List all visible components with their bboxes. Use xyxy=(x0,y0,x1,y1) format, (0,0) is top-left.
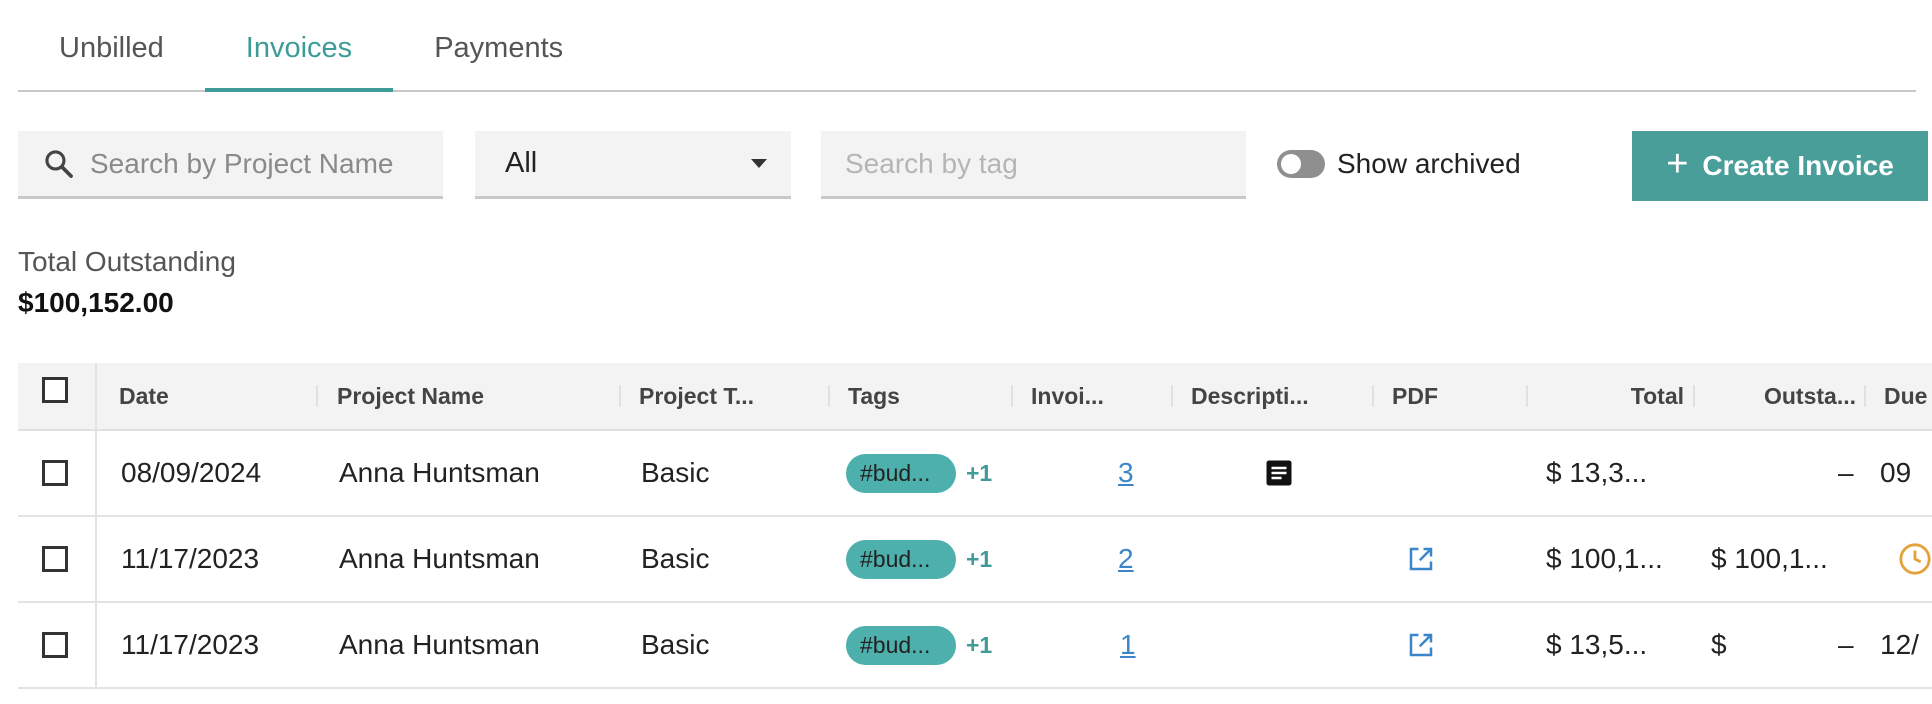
total-outstanding-value: $100,152.00 xyxy=(18,287,174,318)
tab-invoices[interactable]: Invoices xyxy=(204,18,394,92)
invoice-number-link[interactable]: 3 xyxy=(1118,457,1134,489)
header-description[interactable]: Descripti... xyxy=(1191,363,1309,429)
external-link-icon[interactable] xyxy=(1406,544,1436,574)
chevron-down-icon xyxy=(751,159,767,168)
tag-search-input[interactable] xyxy=(843,146,1167,181)
row-checkbox[interactable] xyxy=(42,460,68,486)
header-project-type[interactable]: Project T... xyxy=(639,363,754,429)
row-outstanding-value: – xyxy=(1838,629,1854,660)
header-invoice[interactable]: Invoi... xyxy=(1031,363,1104,429)
header-project-name[interactable]: Project Name xyxy=(337,363,484,429)
total-outstanding-label: Total Outstanding xyxy=(18,246,236,277)
header-due[interactable]: Due xyxy=(1884,363,1927,429)
row-project-name: Anna Huntsman xyxy=(339,543,540,574)
invoices-table: Date Project Name Project T... Tags Invo… xyxy=(18,363,1932,689)
more-tags[interactable]: +1 xyxy=(966,632,992,659)
row-checkbox[interactable] xyxy=(42,546,68,572)
show-archived-toggle[interactable]: Show archived xyxy=(1277,148,1521,180)
plus-icon: + xyxy=(1666,143,1689,185)
header-pdf[interactable]: PDF xyxy=(1392,363,1438,429)
row-checkbox[interactable] xyxy=(42,632,68,658)
tag-pill[interactable]: #bud... xyxy=(846,539,956,579)
row-total: $ 13,5... xyxy=(1546,629,1648,660)
header-tags[interactable]: Tags xyxy=(848,363,900,429)
status-filter-select[interactable]: All xyxy=(475,131,791,199)
tab-bar: Unbilled Invoices Payments xyxy=(18,18,1916,92)
more-tags[interactable]: +1 xyxy=(966,546,992,573)
clock-icon xyxy=(1899,543,1931,575)
row-date: 08/09/2024 xyxy=(121,457,262,488)
table-row[interactable]: 11/17/2023 Anna Huntsman Basic #bud... +… xyxy=(18,517,1932,603)
tag-pill[interactable]: #bud... xyxy=(846,625,956,665)
invoice-number-link[interactable]: 1 xyxy=(1120,629,1136,661)
table-row[interactable]: 08/09/2024 Anna Huntsman Basic #bud... +… xyxy=(18,431,1932,517)
table-header: Date Project Name Project T... Tags Invo… xyxy=(18,363,1932,431)
select-all-checkbox[interactable] xyxy=(42,377,68,403)
tag-search-field xyxy=(821,131,1246,199)
tab-payments[interactable]: Payments xyxy=(393,18,604,74)
invoice-number-link[interactable]: 2 xyxy=(1118,543,1134,575)
row-date: 11/17/2023 xyxy=(121,629,260,660)
header-total[interactable]: Total xyxy=(1528,363,1684,429)
description-icon[interactable] xyxy=(1264,458,1294,488)
row-outstanding-currency: $ xyxy=(1711,629,1727,660)
more-tags[interactable]: +1 xyxy=(966,460,992,487)
row-total: $ 100,1... xyxy=(1546,543,1663,574)
tab-unbilled[interactable]: Unbilled xyxy=(18,18,205,74)
project-search-input[interactable] xyxy=(88,146,412,181)
row-project-type: Basic xyxy=(641,629,710,660)
row-total: $ 13,3... xyxy=(1546,457,1648,488)
row-outstanding-value: – xyxy=(1838,457,1854,488)
tag-pill[interactable]: #bud... xyxy=(846,453,956,493)
row-project-type: Basic xyxy=(641,457,710,488)
row-project-type: Basic xyxy=(641,543,710,574)
row-project-name: Anna Huntsman xyxy=(339,457,540,488)
table-row[interactable]: 11/17/2023 Anna Huntsman Basic #bud... +… xyxy=(18,603,1932,689)
search-icon xyxy=(45,149,73,178)
toggle-switch[interactable] xyxy=(1277,150,1325,178)
row-due-date: 09 xyxy=(1880,457,1912,488)
row-due-date: 12/ xyxy=(1880,629,1919,660)
header-date[interactable]: Date xyxy=(119,363,169,429)
row-date: 11/17/2023 xyxy=(121,543,260,574)
create-invoice-button[interactable]: + Create Invoice xyxy=(1632,131,1928,201)
row-outstanding-currency: $ 100,1... xyxy=(1711,543,1828,574)
show-archived-label: Show archived xyxy=(1337,148,1521,179)
row-project-name: Anna Huntsman xyxy=(339,629,540,660)
project-search-field xyxy=(18,131,443,199)
external-link-icon[interactable] xyxy=(1406,630,1436,660)
header-outstanding[interactable]: Outsta... xyxy=(1698,363,1856,429)
status-filter-value: All xyxy=(505,147,538,179)
create-invoice-label: Create Invoice xyxy=(1702,150,1894,181)
